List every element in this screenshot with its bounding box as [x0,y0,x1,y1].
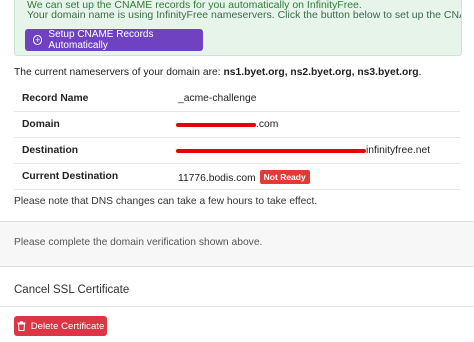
record-name-value: _acme-challenge [178,93,257,104]
nameservers-line: The current nameservers of your domain a… [14,67,421,78]
delete-certificate-button[interactable]: Delete Certificate [14,316,107,336]
domain-label: Domain [22,119,60,130]
setup-cname-button[interactable]: + Setup CNAME Records Automatically [25,29,203,51]
destination-value: infinityfree.net [366,145,431,156]
nameservers-prefix: The current nameservers of your domain a… [14,67,224,78]
record-row-current-destination: Current Destination 11776.bodis.com Not R… [14,164,460,190]
domain-value: .com [256,119,279,130]
record-row-domain: Domain .com [14,112,460,138]
cname-alert: We can set up the CNAME records for you … [14,0,462,56]
record-row-destination: Destination infinityfree.net [14,138,460,164]
trash-icon [17,321,26,331]
record-row-name: Record Name _acme-challenge [14,86,460,112]
plus-circle-icon: + [33,35,43,45]
record-table: Record Name _acme-challenge Domain .com … [14,86,460,190]
divider [0,266,474,267]
current-destination-value: 11776.bodis.com [178,173,256,184]
verification-note: Please complete the domain verification … [14,237,263,248]
delete-certificate-label: Delete Certificate [30,320,105,332]
nameservers-suffix: . [418,67,422,78]
redaction-mark [176,123,256,127]
setup-cname-button-label: Setup CNAME Records Automatically [48,29,154,51]
record-name-label: Record Name [22,93,89,104]
redaction-mark [176,149,366,153]
current-destination-label: Current Destination [22,171,119,182]
cancel-ssl-title: Cancel SSL Certificate [14,284,130,296]
verification-panel: Please complete the domain verification … [0,222,474,266]
alert-body-text: Your domain name is using InfinityFree n… [27,9,461,21]
status-badge: Not Ready [259,170,310,184]
dns-note: Please note that DNS changes can take a … [14,196,318,207]
destination-label: Destination [22,145,79,156]
divider [0,306,474,307]
current-destination-cell: 11776.bodis.com Not Ready [178,170,310,185]
nameservers-list: ns1.byet.org, ns2.byet.org, ns3.byet.org [223,67,419,78]
